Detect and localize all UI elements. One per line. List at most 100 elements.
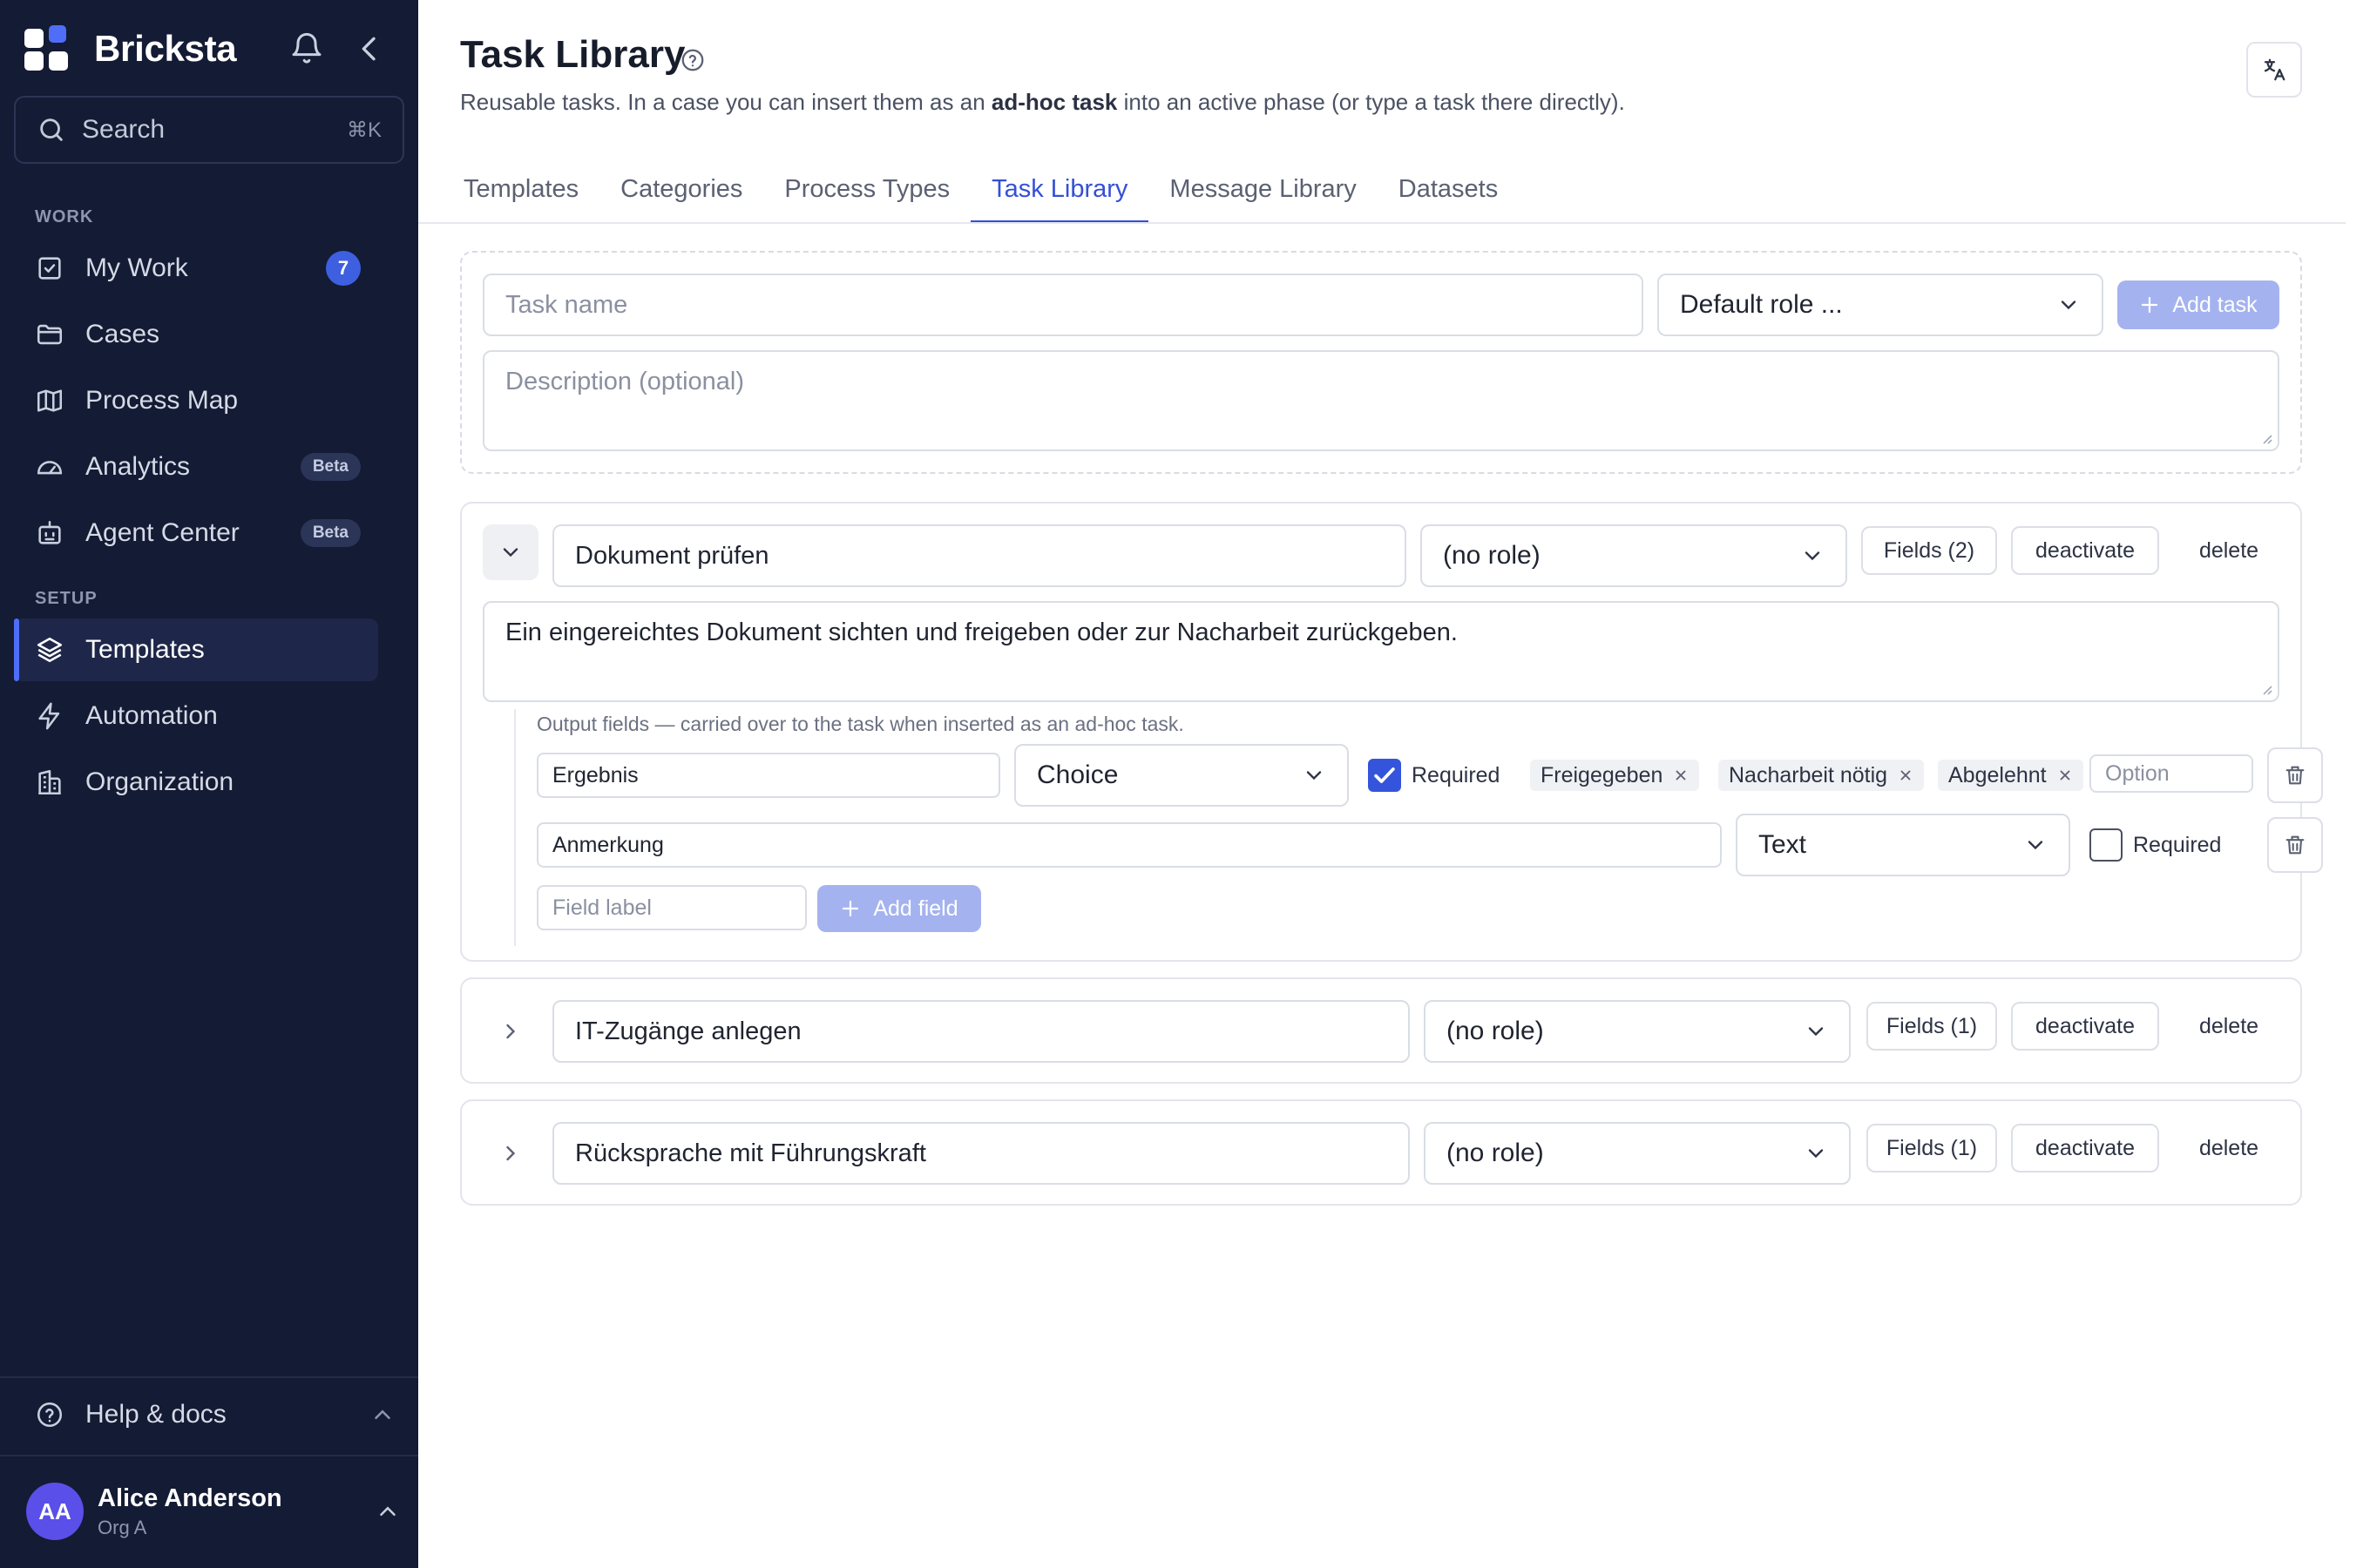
section-label-work: WORK [35,207,94,226]
task-card: Dokument prüfen (no role) Fields (2) dea… [460,502,2323,962]
chevron-down-icon [2023,833,2048,857]
remove-option-icon[interactable] [2057,767,2073,783]
search-label: Search [82,115,166,144]
default-role-select[interactable]: Default role ... [1657,274,2103,336]
add-field-button[interactable]: Add field [817,885,981,932]
field-type-select[interactable]: Choice [1014,744,1349,807]
sidebar-item-cases[interactable]: Cases [14,303,378,366]
remove-option-icon[interactable] [1673,767,1689,783]
option-chip-label: Abgelehnt [1948,762,2047,787]
delete-button[interactable]: delete [2171,526,2286,575]
task-role-select[interactable]: (no role) [1424,1000,1851,1063]
chevron-up-icon [375,1498,401,1524]
field-label-input[interactable]: Anmerkung [537,822,1722,868]
user-menu[interactable]: AA Alice Anderson Org A [26,1481,401,1542]
brand[interactable]: Bricksta [24,23,237,75]
task-role-value: (no role) [1443,541,1540,570]
task-name-field[interactable]: Dokument prüfen [552,524,1406,587]
delete-field-button[interactable] [2267,747,2323,803]
sidebar-divider [0,1376,418,1378]
deactivate-button[interactable]: deactivate [2011,1002,2159,1051]
sidebar-item-automation[interactable]: Automation [14,685,378,747]
sidebar-item-process-map[interactable]: Process Map [14,369,378,432]
translate-button[interactable] [2246,42,2302,98]
option-chip: Nacharbeit nötig [1718,760,1925,791]
expand-task-button[interactable] [483,1125,538,1181]
tab-templates[interactable]: Templates [443,155,599,223]
resize-grip-icon[interactable] [2258,430,2272,444]
field-type-select[interactable]: Text [1736,814,2070,876]
task-name-field[interactable]: Rücksprache mit Führungskraft [552,1122,1410,1185]
chevron-right-icon [498,1019,523,1044]
search-shortcut: ⌘K [346,118,382,142]
required-checkbox[interactable] [2089,828,2123,862]
tab-task-library[interactable]: Task Library [971,155,1149,223]
section-label-setup: SETUP [35,589,98,608]
sidebar-item-templates[interactable]: Templates [14,618,378,681]
chevron-down-icon [2056,293,2081,317]
sidebar-item-label: Agent Center [85,518,240,547]
sidebar-item-analytics[interactable]: Analytics Beta [14,436,378,498]
option-chip: Abgelehnt [1938,760,2083,791]
collapse-task-button[interactable] [483,524,538,580]
sidebar-item-agent-center[interactable]: Agent Center Beta [14,502,378,564]
task-role-value: (no role) [1446,1017,1544,1045]
deactivate-button[interactable]: deactivate [2011,1124,2159,1173]
bell-icon[interactable] [289,31,324,66]
option-chip-label: Nacharbeit nötig [1729,762,1888,787]
main-content: Task Library Reusable tasks. In a case y… [418,0,2370,1568]
help-circle-icon[interactable] [680,47,706,73]
delete-field-button[interactable] [2267,817,2323,873]
tab-message-library[interactable]: Message Library [1148,155,1377,223]
new-field-label-input[interactable]: Field label [537,885,807,930]
bricksta-logo [24,25,70,72]
new-option-input[interactable]: Option [2089,754,2253,793]
description-textarea[interactable]: Description (optional) [483,350,2279,451]
delete-button[interactable]: delete [2171,1002,2286,1051]
sidebar-item-organization[interactable]: Organization [14,751,378,814]
default-role-value: Default role ... [1680,290,1843,319]
bolt-icon [35,701,64,731]
help-docs-item[interactable]: Help & docs [14,1383,404,1446]
chevron-down-icon [1804,1141,1828,1166]
tab-datasets[interactable]: Datasets [1378,155,1519,223]
help-docs-label: Help & docs [85,1400,227,1429]
map-icon [35,386,64,416]
output-fields-section: Output fields — carried over to the task… [514,709,2323,946]
trash-icon [2283,833,2307,857]
avatar: AA [26,1483,84,1540]
resize-grip-icon[interactable] [2258,681,2272,695]
fields-button[interactable]: Fields (1) [1866,1124,1997,1173]
plus-icon [2139,294,2160,315]
task-role-select[interactable]: (no role) [1424,1122,1851,1185]
trash-icon [2283,763,2307,787]
sidebar-item-my-work[interactable]: My Work 7 [14,237,378,300]
required-checkbox[interactable] [1368,759,1401,792]
deactivate-button[interactable]: deactivate [2011,526,2159,575]
task-role-select[interactable]: (no role) [1420,524,1847,587]
chevron-up-icon [369,1402,396,1428]
sidebar-search[interactable]: Search ⌘K [14,96,404,164]
expand-task-button[interactable] [483,1004,538,1059]
sidebar-item-label: Process Map [85,386,239,415]
page-title: Task Library [460,33,686,76]
task-name-input[interactable]: Task name [483,274,1643,336]
plus-icon [840,898,861,919]
task-description-textarea[interactable]: Ein eingereichtes Dokument sichten und f… [483,601,2279,702]
add-field-label: Add field [873,896,958,921]
delete-button[interactable]: delete [2171,1124,2286,1173]
translate-icon [2261,57,2287,83]
library-tabs: Templates Categories Process Types Task … [443,155,1519,223]
add-task-button[interactable]: Add task [2117,280,2279,329]
remove-option-icon[interactable] [1898,767,1913,783]
task-name-field[interactable]: IT-Zugänge anlegen [552,1000,1410,1063]
field-label-input[interactable]: Ergebnis [537,753,1000,798]
my-work-count-badge: 7 [326,251,361,286]
collapse-sidebar-icon[interactable] [352,31,387,66]
sidebar-item-label: My Work [85,253,188,282]
task-description-text: Ein eingereichtes Dokument sichten und f… [505,618,1458,646]
fields-button[interactable]: Fields (2) [1861,526,1997,575]
fields-button[interactable]: Fields (1) [1866,1002,1997,1051]
tab-process-types[interactable]: Process Types [763,155,971,223]
tab-categories[interactable]: Categories [599,155,763,223]
